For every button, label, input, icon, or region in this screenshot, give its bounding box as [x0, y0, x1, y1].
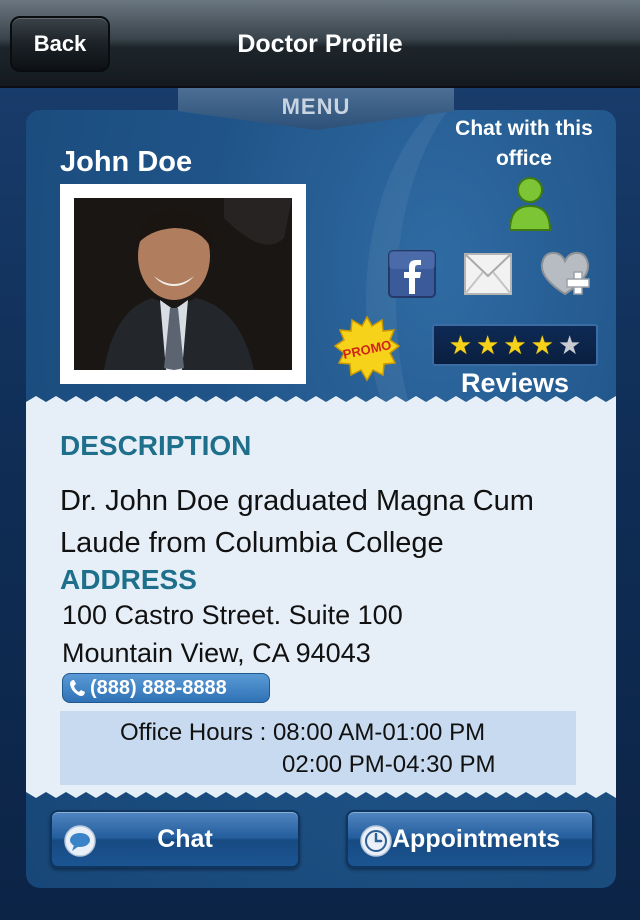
rating-stars[interactable]: ★ ★ ★ ★ ★ [432, 324, 598, 366]
star-filled-icon: ★ [530, 330, 554, 360]
chat-bubble-icon [64, 825, 96, 857]
reviews-link[interactable]: Reviews [432, 368, 598, 399]
phone-number: (888) 888-8888 [90, 676, 227, 699]
star-empty-icon: ★ [557, 330, 582, 360]
office-hours-box: Office Hours : 08:00 AM-01:00 PM 02:00 P… [60, 711, 576, 785]
office-hours-line-2: 02:00 PM-04:30 PM [282, 751, 496, 778]
info-panel: DESCRIPTION Dr. John Doe graduated Magna… [26, 396, 616, 798]
person-icon[interactable] [508, 174, 552, 232]
clock-icon [360, 825, 392, 857]
phone-button[interactable]: (888) 888-8888 [62, 673, 270, 703]
profile-card: John Doe Chat with this office PROMO ★ ★… [26, 110, 616, 888]
zigzag-edge-top [26, 396, 616, 408]
star-filled-icon: ★ [448, 330, 473, 360]
chat-button[interactable]: Chat [50, 810, 300, 868]
add-favorite-heart-icon[interactable] [538, 250, 596, 298]
nav-bar: Back Doctor Profile [0, 0, 640, 88]
address-heading: ADDRESS [60, 564, 197, 595]
address-line-1: 100 Castro Street. Suite 100 [62, 600, 403, 630]
doctor-photo [60, 184, 306, 384]
star-filled-icon: ★ [476, 330, 500, 360]
address-line-2: Mountain View, CA 94043 [62, 638, 371, 668]
phone-icon [70, 680, 85, 696]
doctor-photo-image [74, 198, 292, 370]
chat-with-office-label[interactable]: Chat with this office [444, 114, 604, 174]
star-filled-icon: ★ [503, 330, 527, 360]
description-heading: DESCRIPTION [60, 430, 252, 461]
mail-icon[interactable] [464, 250, 512, 298]
address-text: 100 Castro Street. Suite 100 Mountain Vi… [62, 596, 602, 672]
facebook-icon[interactable] [388, 250, 436, 298]
description-text: Dr. John Doe graduated Magna Cum Laude f… [60, 485, 534, 559]
promo-badge-icon[interactable]: PROMO [334, 316, 400, 382]
page-title: Doctor Profile [237, 30, 403, 58]
doctor-name: John Doe [60, 146, 193, 178]
office-hours-line-1: Office Hours : 08:00 AM-01:00 PM [120, 719, 486, 746]
portrait-illustration [74, 198, 292, 370]
zigzag-edge-bottom [26, 786, 616, 798]
appointments-button[interactable]: Appointments [346, 810, 594, 868]
